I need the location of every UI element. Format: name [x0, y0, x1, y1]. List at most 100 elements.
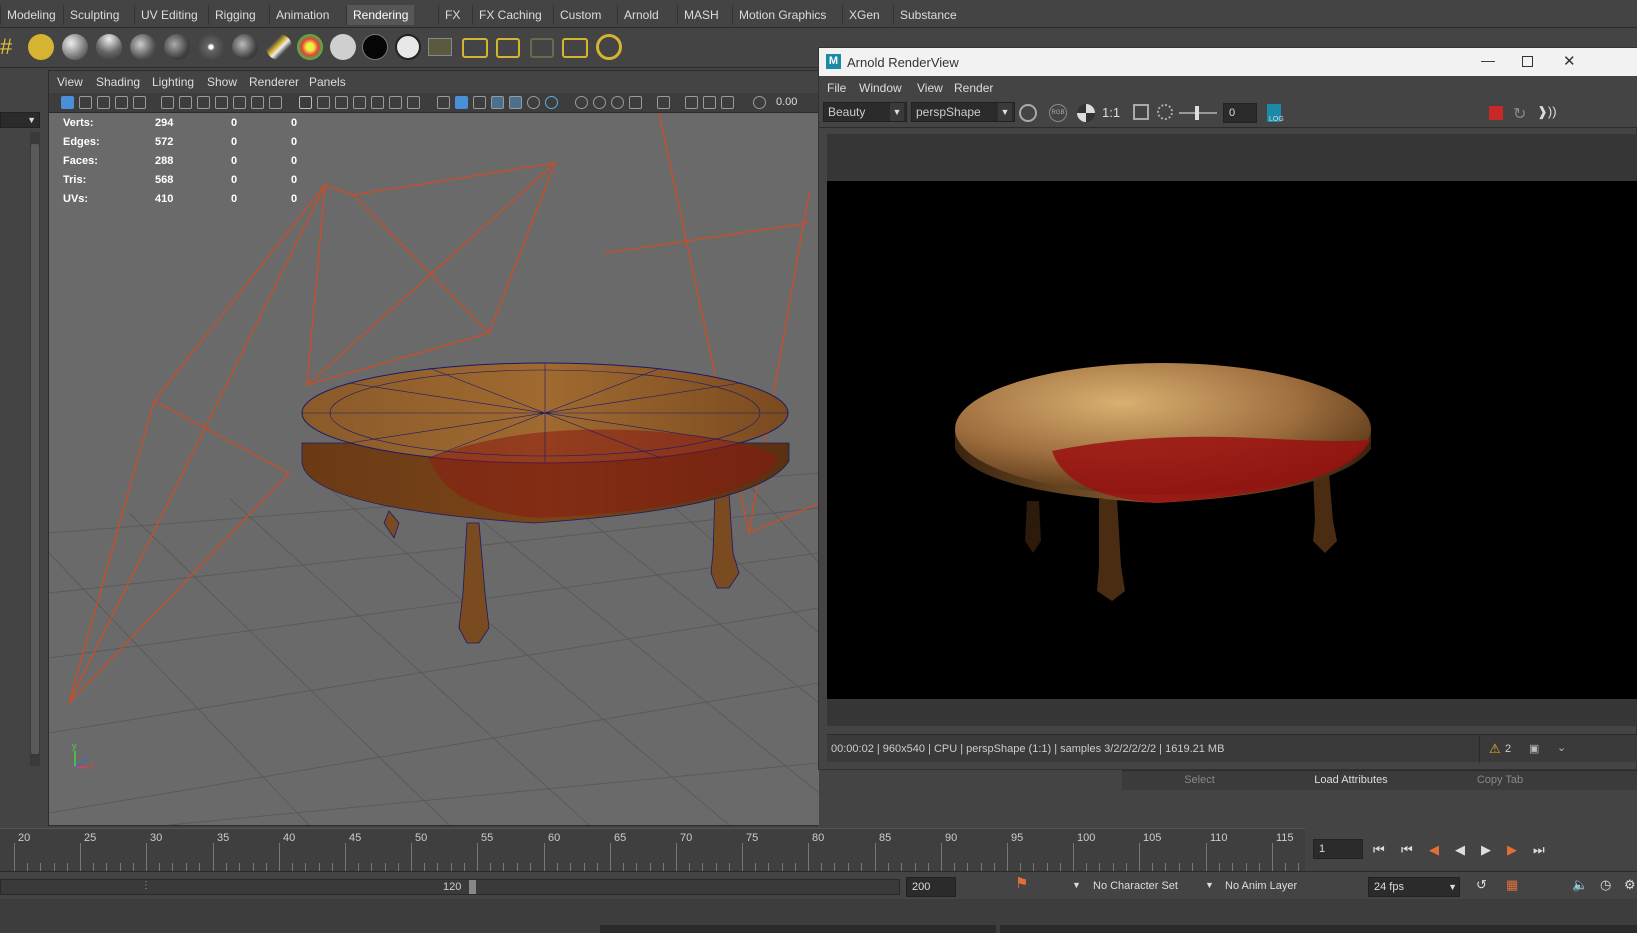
black-shader-icon[interactable]	[362, 34, 388, 60]
viewport-menu-show[interactable]: Show	[207, 75, 237, 89]
speed-icon[interactable]: ◷	[1600, 878, 1611, 892]
image-plane-icon[interactable]	[115, 96, 128, 109]
scrollbar-thumb[interactable]	[31, 144, 39, 754]
ipr-render-icon[interactable]	[496, 38, 520, 58]
isolate-select-icon[interactable]	[629, 96, 642, 109]
renderview-menu-render[interactable]: Render	[954, 81, 993, 95]
settings-icon[interactable]: ⚙	[1624, 878, 1636, 892]
2d-pan-icon[interactable]	[133, 96, 146, 109]
grease-pencil-icon[interactable]	[161, 96, 174, 109]
camera-lock-icon[interactable]	[179, 96, 192, 109]
step-back-frame-icon[interactable]: ◀	[1429, 843, 1439, 857]
cache-playback-icon[interactable]: ▦	[1506, 878, 1518, 892]
viewport-menu-view[interactable]: View	[57, 75, 83, 89]
light-bulb-icon[interactable]	[527, 96, 540, 109]
ambient-occlusion-icon[interactable]	[545, 96, 558, 109]
wireframe-on-shaded-icon[interactable]	[371, 96, 384, 109]
sphere-light-icon[interactable]	[62, 34, 88, 60]
command-line-field[interactable]	[600, 925, 996, 933]
exposure-aperture-icon[interactable]	[1157, 104, 1173, 120]
step-back-key-icon[interactable]: ⏮	[1401, 843, 1413, 857]
sound-icon[interactable]: 🔈	[1572, 878, 1588, 892]
color-wheel-icon[interactable]	[297, 34, 323, 60]
select-camera-icon[interactable]	[61, 96, 74, 109]
step-forward-key-icon[interactable]: ⏭	[1533, 843, 1545, 857]
film-gate-icon[interactable]	[197, 96, 210, 109]
minimize-icon[interactable]: —	[1481, 52, 1495, 68]
viewport-menu-panels[interactable]: Panels	[309, 75, 346, 89]
point-light-icon[interactable]	[198, 34, 224, 60]
range-slider-track[interactable]: ⋮ 120	[0, 879, 900, 895]
shelf-tab-fx-caching[interactable]: FX Caching	[472, 5, 548, 25]
copy-tab-button[interactable]: Copy Tab	[1425, 774, 1575, 786]
use-all-lights-icon[interactable]	[407, 96, 420, 109]
range-drag-handle-icon[interactable]: ⋮	[141, 880, 151, 891]
shadows-icon[interactable]	[473, 96, 486, 109]
renderview-title-bar[interactable]: M Arnold RenderView — ✕	[819, 48, 1637, 76]
time-slider[interactable]: 20 25 30 35 40 45 50 55 60 65 70 75 80 85 90 95 100 105 11…	[0, 828, 1360, 871]
xray-icon[interactable]	[491, 96, 504, 109]
exposure-value-field[interactable]: 0	[1223, 103, 1257, 123]
safe-title-icon[interactable]	[317, 96, 330, 109]
shelf-tab-modeling[interactable]: Modeling	[0, 5, 62, 25]
flat-shader-icon[interactable]	[395, 34, 421, 60]
hud-icon[interactable]	[657, 96, 670, 109]
standard-surface-icon[interactable]	[232, 34, 258, 60]
zoom-ratio-label[interactable]: 1:1	[1102, 105, 1120, 120]
character-set-field[interactable]: No Character Set	[1088, 877, 1196, 897]
range-end-handle[interactable]	[469, 880, 476, 894]
auto-key-icon[interactable]: ⚑	[1015, 876, 1028, 891]
renderview-menu-file[interactable]: File	[827, 81, 846, 95]
render-settings-icon[interactable]	[28, 34, 54, 60]
play-forwards-icon[interactable]: ▶	[1481, 843, 1491, 857]
target-render-icon[interactable]	[596, 34, 622, 60]
xray-joints-icon[interactable]	[509, 96, 522, 109]
shelf-tab-rigging[interactable]: Rigging	[208, 5, 262, 25]
white-shader-icon[interactable]	[330, 34, 356, 60]
frame-all-icon[interactable]	[1133, 104, 1149, 120]
close-icon[interactable]: ✕	[1563, 52, 1576, 70]
panel-dropdown[interactable]: ▼	[0, 112, 40, 128]
shelf-tab-uv-editing[interactable]: UV Editing	[134, 5, 204, 25]
shelf-tab-custom[interactable]: Custom	[553, 5, 607, 25]
maximize-icon[interactable]	[1522, 56, 1533, 67]
renderview-menu-window[interactable]: Window	[859, 81, 902, 95]
viewport-menu-renderer[interactable]: Renderer	[249, 75, 299, 89]
shelf-tab-sculpting[interactable]: Sculpting	[63, 5, 125, 25]
anti-aliasing-icon[interactable]	[593, 96, 606, 109]
select-button[interactable]: Select	[1122, 774, 1277, 786]
wireframe-icon[interactable]	[335, 96, 348, 109]
animation-end-field[interactable]: 200	[906, 877, 956, 897]
aov-dropdown[interactable]: Beauty ▼	[823, 102, 907, 122]
shelf-tab-fx[interactable]: FX	[438, 5, 466, 25]
render-canvas-area[interactable]	[827, 134, 1637, 726]
render-stack-icon[interactable]	[562, 38, 588, 58]
refresh-render-icon[interactable]: ↻	[1513, 104, 1526, 124]
play-backwards-icon[interactable]: ◀	[1455, 843, 1465, 857]
viewport-canvas[interactable]: Verts: 294 0 0 Edges: 572 0 0 Faces: 288 0 0 Tris…	[49, 113, 819, 825]
shelf-tab-xgen[interactable]: XGen	[842, 5, 886, 25]
chevron-down-icon[interactable]: ▼	[1072, 878, 1081, 892]
anim-layer-field[interactable]: No Anim Layer	[1220, 877, 1320, 897]
safe-action-icon[interactable]	[269, 96, 282, 109]
motion-blur-icon[interactable]	[575, 96, 588, 109]
stop-render-icon[interactable]	[1489, 106, 1503, 120]
alpha-toggle-icon[interactable]	[1077, 104, 1095, 122]
render-sequence-icon[interactable]	[428, 38, 452, 56]
camera-dropdown[interactable]: perspShape ▼	[911, 102, 1015, 122]
gamma-icon[interactable]	[703, 96, 716, 109]
load-attributes-button[interactable]: Load Attributes	[1277, 774, 1425, 786]
shelf-tab-mash[interactable]: MASH	[677, 5, 725, 25]
batch-render-icon[interactable]	[530, 38, 554, 58]
scrollbar[interactable]	[30, 132, 40, 766]
view-transform-icon[interactable]	[721, 96, 734, 109]
shelf-tab-motion-graphics[interactable]: Motion Graphics	[732, 5, 832, 25]
warning-icon[interactable]: ⚠	[1489, 741, 1501, 757]
ipr-toggle-icon[interactable]: ❱))	[1537, 104, 1557, 120]
go-to-start-icon[interactable]: ⏮	[1373, 843, 1385, 857]
grid-toggle-icon[interactable]	[299, 96, 312, 109]
exposure-field[interactable]: 0.00	[771, 93, 817, 111]
color-management-icon[interactable]	[753, 96, 766, 109]
fps-dropdown[interactable]: 24 fps ▼	[1368, 877, 1460, 897]
field-chart-icon[interactable]	[251, 96, 264, 109]
